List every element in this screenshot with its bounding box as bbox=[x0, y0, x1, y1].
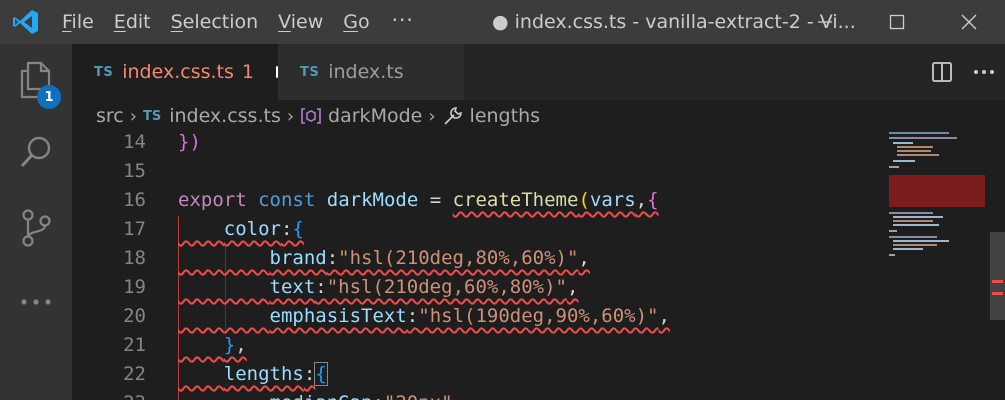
tab-label: index.ts bbox=[328, 61, 404, 83]
breadcrumb-member[interactable]: lengths bbox=[470, 105, 540, 127]
scrollbar-error-marker bbox=[992, 280, 1003, 283]
line-number: 21 bbox=[123, 334, 146, 356]
tab-label: index.css.ts bbox=[122, 61, 234, 83]
code-line-21: }, bbox=[223, 334, 247, 356]
code-line-20: emphasisText:"hsl(190deg,90%,60%)", bbox=[269, 305, 670, 327]
scrollbar-error-marker bbox=[992, 292, 1003, 295]
typescript-icon: TS bbox=[300, 64, 320, 80]
title-bar: File Edit Selection View Go ··· ● index.… bbox=[0, 0, 1005, 44]
variable-icon bbox=[300, 107, 322, 125]
chevron-right-icon: › bbox=[428, 105, 436, 127]
vertical-scrollbar[interactable] bbox=[990, 130, 1005, 400]
more-views-button[interactable] bbox=[0, 266, 72, 338]
minimap[interactable] bbox=[885, 130, 990, 400]
explorer-badge: 1 bbox=[37, 85, 61, 109]
line-number: 15 bbox=[123, 160, 146, 182]
chevron-right-icon: › bbox=[286, 105, 295, 127]
scrollbar-thumb[interactable] bbox=[990, 232, 1005, 320]
explorer-button[interactable]: 1 bbox=[0, 44, 72, 116]
wrench-icon bbox=[442, 105, 464, 127]
menu-view[interactable]: View bbox=[268, 0, 333, 44]
tab-index-css-ts[interactable]: TS index.css.ts 1 bbox=[72, 44, 278, 100]
window-controls bbox=[789, 0, 1005, 44]
search-icon bbox=[20, 136, 51, 168]
menu-go[interactable]: Go bbox=[333, 0, 379, 44]
breadcrumb: src › TS index.css.ts › darkMode › lengt… bbox=[72, 100, 1005, 132]
code-line-18: brand:"hsl(210deg,80%,60%)", bbox=[269, 247, 590, 269]
chevron-right-icon: › bbox=[129, 105, 137, 127]
editor-tab-bar: TS index.css.ts 1 TS index.ts bbox=[72, 44, 1005, 100]
line-number: 17 bbox=[123, 218, 146, 240]
typescript-icon: TS bbox=[142, 108, 162, 124]
source-control-button[interactable] bbox=[0, 192, 72, 264]
code-editor[interactable]: 14 15 16 17 18 19 20 21 22 23 }) export … bbox=[72, 130, 885, 400]
code-line-16: export const darkMode = createTheme(vars… bbox=[178, 189, 659, 211]
split-editor-button[interactable] bbox=[921, 44, 963, 100]
menu-edit[interactable]: Edit bbox=[104, 0, 161, 44]
vscode-logo-icon bbox=[0, 0, 52, 44]
search-view-button[interactable] bbox=[0, 116, 72, 188]
close-button[interactable] bbox=[933, 0, 1005, 44]
minimize-button[interactable] bbox=[789, 0, 861, 44]
minimize-icon bbox=[818, 21, 832, 23]
activity-bar: 1 bbox=[0, 44, 72, 400]
code-line-22: lengths:{ bbox=[223, 362, 328, 386]
ellipsis-icon bbox=[974, 70, 994, 74]
close-icon bbox=[961, 14, 977, 30]
source-control-icon bbox=[22, 209, 51, 247]
menu-file[interactable]: File bbox=[52, 0, 104, 44]
line-number: 19 bbox=[123, 276, 146, 298]
breadcrumb-file[interactable]: index.css.ts bbox=[169, 105, 281, 127]
code-line-23: medianGap:"20px" bbox=[178, 389, 453, 400]
tab-problem-count: 1 bbox=[241, 61, 254, 83]
line-number: 16 bbox=[123, 189, 146, 211]
line-number-gutter: 14 15 16 17 18 19 20 21 22 23 bbox=[72, 130, 152, 400]
breadcrumb-symbol[interactable]: darkMode bbox=[328, 105, 422, 127]
maximize-button[interactable] bbox=[861, 0, 933, 44]
line-number: 23 bbox=[86, 389, 146, 400]
typescript-icon: TS bbox=[94, 64, 114, 80]
editor-actions bbox=[921, 44, 1005, 100]
line-number: 20 bbox=[123, 305, 146, 327]
menu-more-button[interactable]: ··· bbox=[380, 0, 426, 44]
breadcrumb-folder[interactable]: src bbox=[96, 105, 124, 127]
line-number: 18 bbox=[123, 247, 146, 269]
more-actions-button[interactable] bbox=[963, 44, 1005, 100]
code-line-19: text:"hsl(210deg,60%,80%)", bbox=[269, 276, 579, 298]
minimap-error-highlight bbox=[889, 175, 985, 207]
split-editor-icon bbox=[932, 62, 952, 82]
menu-selection[interactable]: Selection bbox=[161, 0, 269, 44]
tab-index-ts[interactable]: TS index.ts bbox=[278, 44, 464, 100]
line-number: 22 bbox=[123, 363, 146, 385]
code-line-14: }) bbox=[178, 131, 201, 153]
code-line-17: color:{ bbox=[223, 218, 304, 240]
line-number: 14 bbox=[123, 131, 146, 153]
more-icon bbox=[21, 299, 51, 305]
menu-bar: File Edit Selection View Go ··· bbox=[52, 0, 426, 44]
maximize-icon bbox=[889, 14, 905, 30]
